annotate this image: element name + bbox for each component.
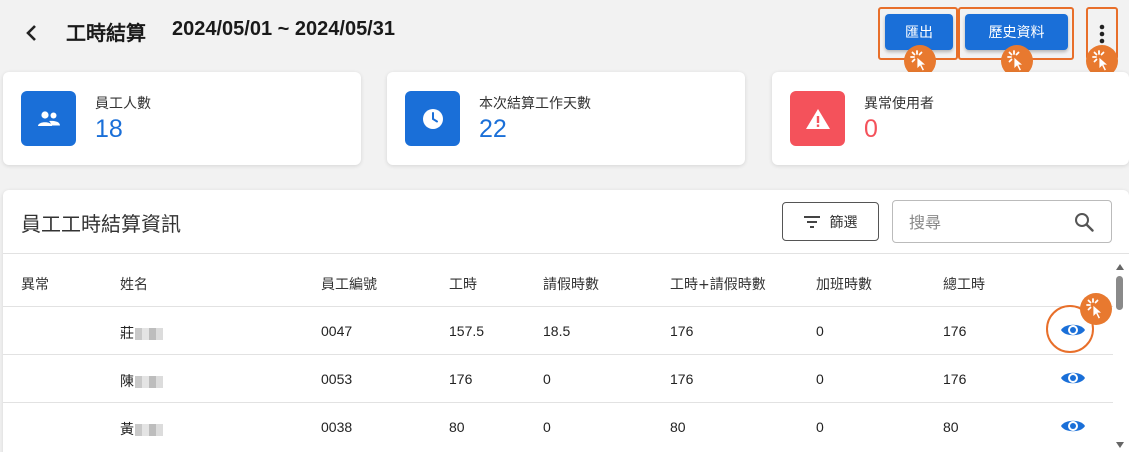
scroll-thumb[interactable] (1116, 276, 1123, 310)
column-header-anomaly[interactable]: 異常 (21, 274, 49, 294)
cell-leave-hours: 0 (543, 419, 551, 435)
column-header-total-hours[interactable]: 總工時 (943, 274, 985, 294)
warning-icon (805, 108, 830, 129)
back-button[interactable] (20, 20, 42, 46)
cell-total-hours: 80 (943, 419, 959, 435)
pointer-click-icon (1092, 50, 1110, 72)
cell-hours: 80 (449, 419, 465, 435)
cell-leave-hours: 0 (543, 371, 551, 387)
settlement-panel: 員工工時結算資訊 篩選 異常 姓名 員工編號 工時 請假時數 工時+請假時數 加… (3, 190, 1129, 452)
stat-label: 異常使用者 (864, 96, 934, 112)
cell-total-hours: 176 (943, 371, 967, 387)
cell-overtime: 0 (816, 419, 824, 435)
table-header: 異常 姓名 員工編號 工時 請假時數 工時+請假時數 加班時數 總工時 (3, 253, 1129, 307)
cell-total-hours: 176 (943, 323, 967, 339)
table-row[interactable]: 莊 0047 157.5 18.5 176 0 176 (3, 306, 1113, 354)
people-icon (37, 110, 60, 126)
click-indicator-view (1080, 293, 1112, 325)
column-header-employee-id[interactable]: 員工編號 (321, 274, 377, 294)
stat-icon-box (790, 91, 845, 146)
eye-icon (1061, 420, 1085, 432)
cell-employee-id: 0038 (321, 419, 353, 435)
name-text: 莊 (120, 326, 134, 342)
column-header-hours[interactable]: 工時 (449, 274, 477, 294)
cell-overtime: 0 (816, 323, 824, 339)
stat-card-anomaly-users: 異常使用者 0 (772, 72, 1129, 165)
stat-card-work-days: 本次結算工作天數 22 (387, 72, 745, 165)
clock-icon (422, 108, 443, 129)
search-icon[interactable] (1074, 212, 1094, 232)
stat-value: 22 (479, 115, 507, 143)
column-header-overtime[interactable]: 加班時數 (816, 274, 872, 294)
cell-hours-plus-leave: 176 (670, 371, 694, 387)
name-text: 陳 (120, 374, 134, 390)
more-vertical-icon (1099, 24, 1105, 44)
filter-label: 篩選 (829, 214, 858, 231)
date-range: 2024/05/01 ~ 2024/05/31 (172, 18, 395, 40)
stat-label: 員工人數 (95, 96, 151, 112)
column-header-name[interactable]: 姓名 (120, 274, 148, 294)
name-text: 黃 (120, 422, 134, 438)
pointer-click-icon (1007, 50, 1025, 72)
cell-hours-plus-leave: 80 (670, 419, 686, 435)
pointer-click-icon (1086, 298, 1104, 320)
cell-leave-hours: 18.5 (543, 323, 571, 339)
stat-icon-box (21, 91, 76, 146)
cell-employee-id: 0047 (321, 323, 353, 339)
column-header-hours-plus-leave[interactable]: 工時+請假時數 (670, 274, 766, 294)
cell-hours-plus-leave: 176 (670, 323, 694, 339)
cell-overtime: 0 (816, 371, 824, 387)
cell-name: 莊 (120, 323, 163, 343)
cell-name: 黃 (120, 419, 163, 439)
redacted-mask (135, 328, 163, 340)
page-title: 工時結算 (66, 21, 146, 45)
eye-icon (1061, 372, 1085, 384)
scroll-down-arrow-icon[interactable] (1116, 442, 1124, 448)
chevron-left-icon (26, 25, 36, 41)
column-header-leave-hours[interactable]: 請假時數 (543, 274, 599, 294)
view-detail-button[interactable] (1059, 415, 1087, 437)
stat-card-employees: 員工人數 18 (3, 72, 361, 165)
stat-value: 0 (864, 115, 878, 143)
cell-name: 陳 (120, 371, 163, 391)
cell-employee-id: 0053 (321, 371, 353, 387)
stat-label: 本次結算工作天數 (479, 96, 591, 112)
stat-value: 18 (95, 115, 123, 143)
table-row[interactable]: 黃 0038 80 0 80 0 80 (3, 402, 1113, 450)
stat-icon-box (405, 91, 460, 146)
search-box (892, 200, 1112, 243)
pointer-click-icon (910, 50, 928, 72)
cell-hours: 157.5 (449, 323, 485, 339)
filter-icon (803, 215, 820, 228)
redacted-mask (135, 376, 163, 388)
redacted-mask (135, 424, 163, 436)
table-row[interactable]: 陳 0053 176 0 176 0 176 (3, 354, 1113, 402)
cell-hours: 176 (449, 371, 473, 387)
page-header: 工時結算 2024/05/01 ~ 2024/05/31 匯出 歷史資料 (0, 0, 1129, 77)
panel-title: 員工工時結算資訊 (21, 212, 181, 236)
table-scrollbar[interactable] (1114, 262, 1126, 452)
filter-button[interactable]: 篩選 (782, 202, 879, 241)
search-input[interactable] (909, 211, 1059, 233)
scroll-up-arrow-icon[interactable] (1116, 264, 1124, 270)
view-detail-button[interactable] (1059, 367, 1087, 389)
